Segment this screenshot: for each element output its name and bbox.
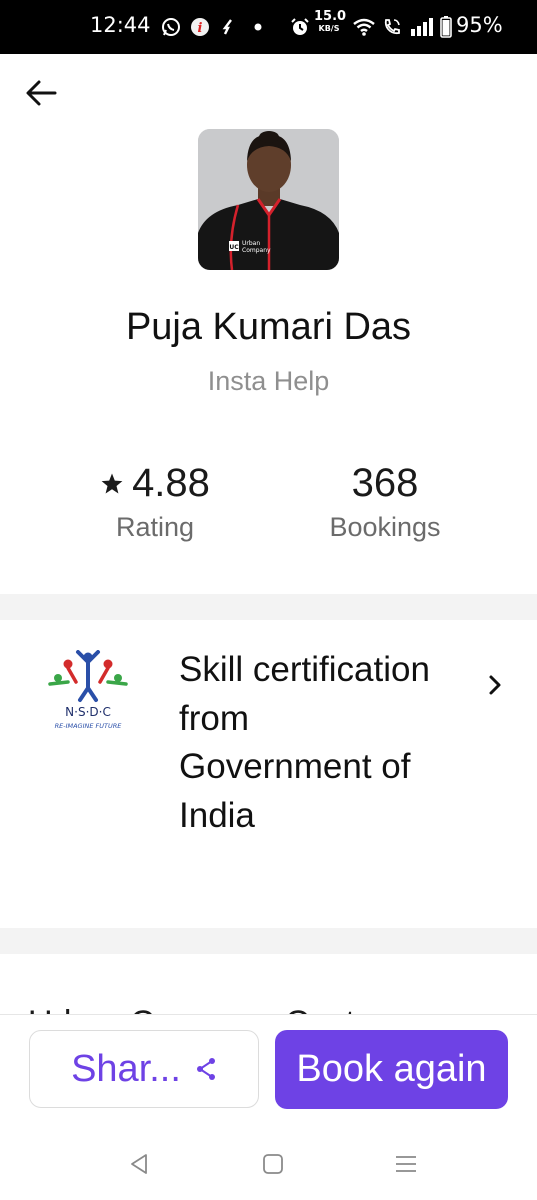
nav-home-icon[interactable]	[259, 1150, 287, 1178]
network-speed: 15.0 KB/S	[314, 9, 347, 35]
chevron-right-icon	[482, 672, 508, 698]
bookings-value: 368	[351, 461, 419, 505]
status-bar: 12:44 i 15.0 KB/S 95%	[0, 0, 537, 54]
rating-label: Rating	[115, 512, 195, 542]
back-button[interactable]	[22, 75, 60, 111]
star-icon	[101, 473, 123, 493]
app-notification-icon: i	[189, 16, 211, 38]
avatar: UC Urban Company	[198, 129, 339, 270]
nsdc-logo-text: N·S·D·C	[65, 705, 111, 719]
share-button[interactable]: Shar...	[29, 1030, 259, 1108]
book-again-button[interactable]: Book again	[275, 1030, 508, 1109]
network-speed-unit: KB/S	[318, 24, 340, 33]
avatar-badge-line1: Urban	[242, 240, 260, 247]
nsdc-logo: N·S·D·C RE-IMAGINE FUTURE	[46, 650, 130, 730]
avatar-badge-logo: UC	[229, 244, 239, 251]
share-button-label: Shar...	[71, 1047, 181, 1090]
wifi-icon	[351, 16, 377, 38]
call-icon	[381, 16, 403, 38]
nav-back-icon[interactable]	[125, 1150, 153, 1178]
signal-icon	[408, 16, 436, 38]
avatar-badge-line2: Company	[242, 247, 271, 254]
professional-role: Insta Help	[207, 366, 330, 396]
rating-value-row: 4.88	[85, 461, 225, 506]
whatsapp-icon	[160, 16, 182, 38]
certification-text: Skill certification from Government of I…	[179, 650, 430, 835]
battery-level: 95%	[456, 13, 503, 37]
section-divider	[0, 928, 537, 954]
alarm-icon	[289, 16, 311, 38]
battery-icon	[437, 16, 455, 38]
bookings-stat: 368 Bookings	[310, 461, 460, 543]
network-speed-value: 15.0	[314, 9, 347, 24]
share-icon	[196, 1058, 215, 1080]
nav-menu-icon[interactable]	[392, 1150, 420, 1178]
professional-name: Puja Kumari Das	[125, 306, 412, 348]
rating-stat: 4.88 Rating	[85, 461, 225, 543]
dot-icon	[247, 16, 269, 38]
section-divider	[0, 594, 537, 620]
bookings-label: Bookings	[329, 512, 441, 542]
svg-text:i: i	[198, 21, 203, 36]
nsdc-logo-tagline: RE-IMAGINE FUTURE	[55, 722, 123, 730]
rating-value: 4.88	[132, 461, 210, 505]
arrow-left-icon	[26, 80, 57, 106]
app-notification-icon	[217, 16, 239, 38]
status-time: 12:44	[90, 13, 151, 37]
